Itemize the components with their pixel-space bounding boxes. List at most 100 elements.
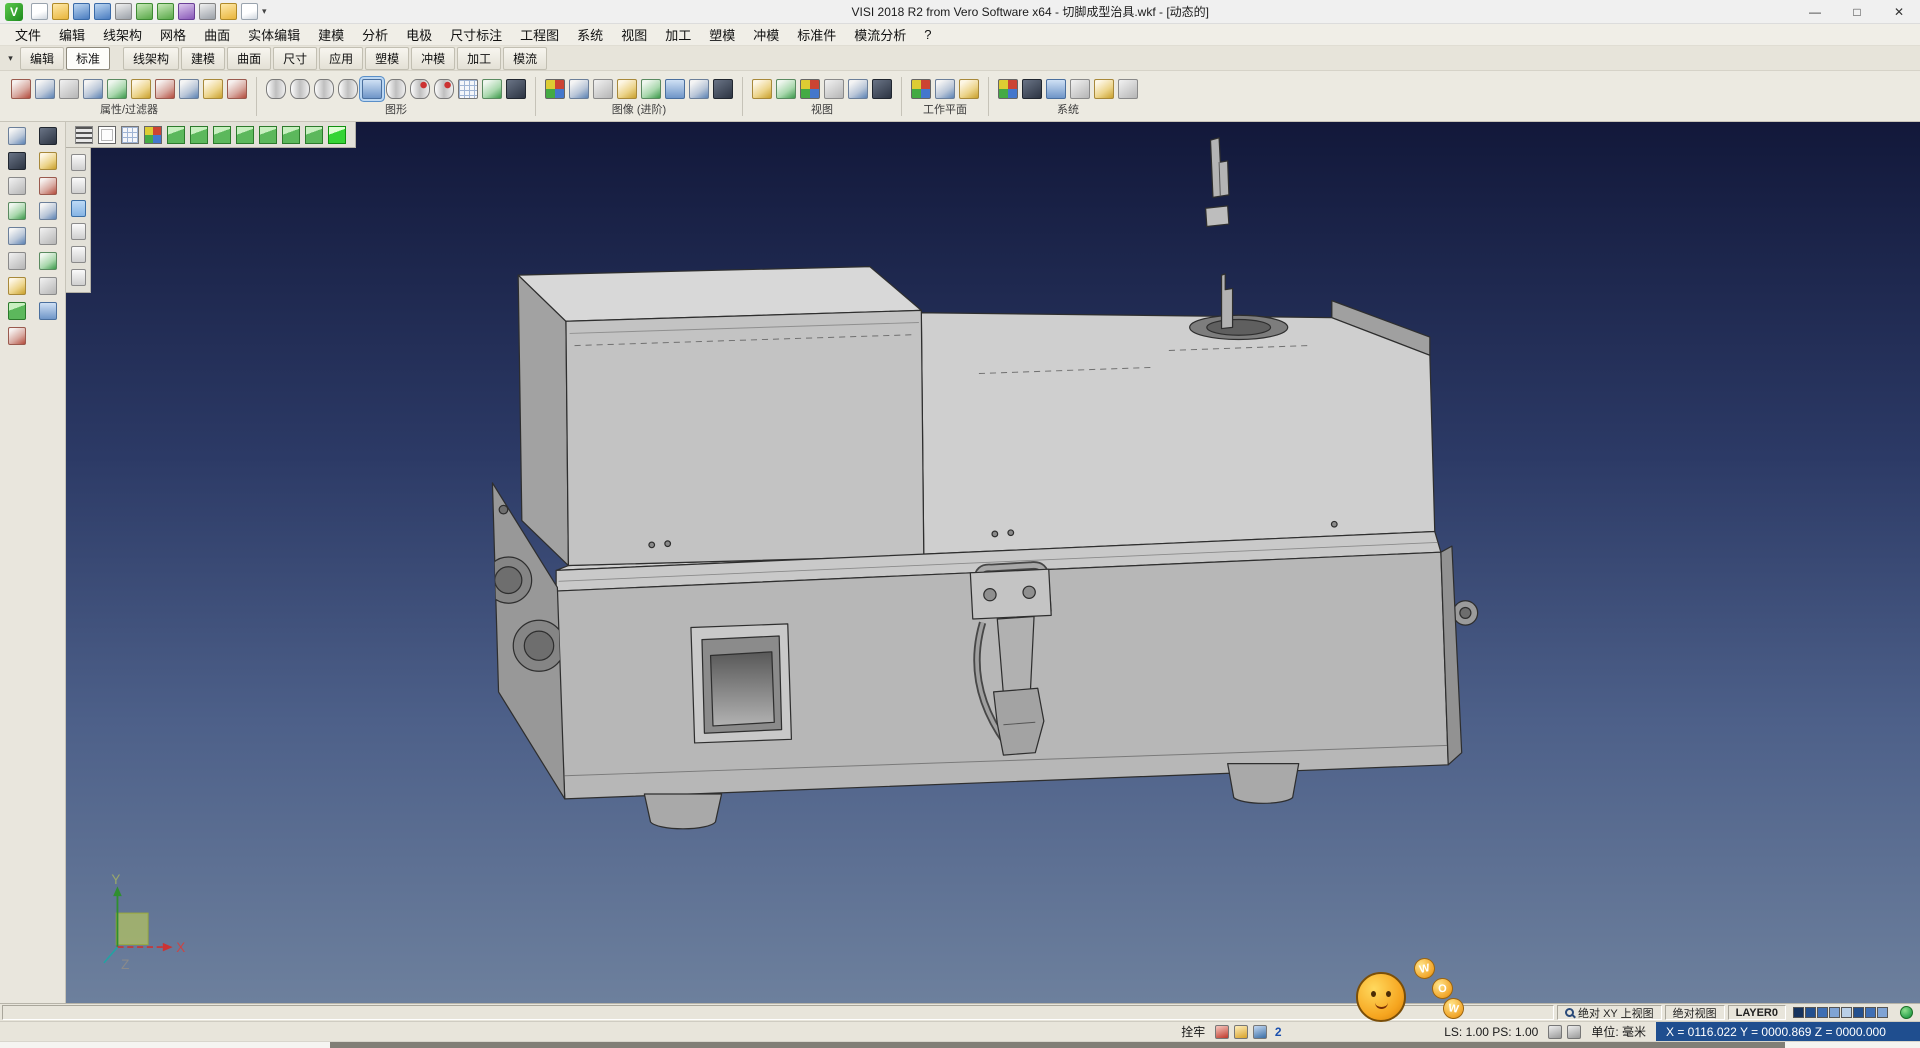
cad-model[interactable]: Y X Z — [66, 122, 1920, 1003]
grid-icon[interactable] — [121, 126, 139, 144]
tab-surface[interactable]: 曲面 — [227, 47, 271, 70]
magnet-snap-icon[interactable] — [59, 79, 79, 99]
render-wireframe-icon[interactable] — [593, 79, 613, 99]
saved-view-3-icon[interactable] — [71, 200, 86, 217]
view-mode-indicator[interactable]: 绝对 XY 上视图 — [1557, 1005, 1662, 1020]
shade-mode-icon[interactable] — [776, 79, 796, 99]
maximize-button[interactable]: □ — [1836, 0, 1878, 23]
solid-shaded-icon[interactable] — [362, 79, 382, 99]
tab-modeling[interactable]: 建模 — [181, 47, 225, 70]
background-icon[interactable] — [713, 79, 733, 99]
iso-cube-icon[interactable] — [8, 302, 26, 320]
menu-help[interactable]: ? — [915, 27, 940, 42]
menu-drawing[interactable]: 工程图 — [511, 25, 568, 44]
render-points-icon[interactable] — [545, 79, 565, 99]
print-icon[interactable] — [115, 3, 132, 20]
section-view-icon[interactable] — [665, 79, 685, 99]
lock-label[interactable]: 拴牢 — [1181, 1023, 1205, 1040]
save-all-icon[interactable] — [94, 3, 111, 20]
tab-wireframe[interactable]: 线架构 — [123, 47, 179, 70]
tab-mold[interactable]: 塑模 — [365, 47, 409, 70]
multi-view-icon[interactable] — [144, 126, 162, 144]
menu-analysis[interactable]: 分析 — [353, 25, 397, 44]
delete-entity-icon[interactable] — [8, 152, 26, 170]
cut-attributes-icon[interactable] — [155, 79, 175, 99]
boss-display-icon[interactable] — [386, 79, 406, 99]
workplane-align-icon[interactable] — [935, 79, 955, 99]
render-globe-icon[interactable] — [872, 79, 892, 99]
cylinder-display-icon[interactable] — [266, 79, 286, 99]
pocket-display-icon[interactable] — [434, 79, 454, 99]
save-icon[interactable] — [73, 3, 90, 20]
workplane-icon[interactable] — [98, 126, 116, 144]
tab-dimension[interactable]: 尺寸 — [273, 47, 317, 70]
tab-application[interactable]: 应用 — [319, 47, 363, 70]
tab-machining[interactable]: 加工 — [457, 47, 501, 70]
color-swatch[interactable] — [1805, 1007, 1816, 1018]
scrollbar-thumb[interactable] — [330, 1042, 1785, 1048]
menu-solid-edit[interactable]: 实体编辑 — [239, 25, 309, 44]
undo-icon[interactable] — [136, 3, 153, 20]
tab-flow[interactable]: 模流 — [503, 47, 547, 70]
transparency-icon[interactable] — [689, 79, 709, 99]
display-options-icon[interactable] — [199, 3, 216, 20]
menu-file[interactable]: 文件 — [6, 25, 50, 44]
view-front-icon[interactable] — [213, 126, 231, 144]
redo-icon[interactable] — [157, 3, 174, 20]
fillet-icon[interactable] — [39, 202, 57, 220]
sketch-mode-icon[interactable] — [824, 79, 844, 99]
view-left-icon[interactable] — [259, 126, 277, 144]
color-swatch[interactable] — [1829, 1007, 1840, 1018]
monitor-icon[interactable] — [1022, 79, 1042, 99]
copy-attributes-icon[interactable] — [179, 79, 199, 99]
view-top-icon[interactable] — [167, 126, 185, 144]
link-attributes-icon[interactable] — [83, 79, 103, 99]
tube-display-icon[interactable] — [290, 79, 310, 99]
open-file-icon[interactable] — [52, 3, 69, 20]
color-palette-icon[interactable] — [998, 79, 1018, 99]
minimize-button[interactable]: — — [1794, 0, 1836, 23]
select-arrow-icon[interactable] — [8, 127, 26, 145]
tab-standard[interactable]: 标准 — [66, 47, 110, 70]
view-isometric-icon[interactable] — [328, 126, 346, 144]
snap-config-icon[interactable] — [1070, 79, 1090, 99]
erase-icon[interactable] — [39, 127, 57, 145]
menu-modeling[interactable]: 建模 — [309, 25, 353, 44]
tabbar-dropdown-icon[interactable]: ▾ — [3, 53, 18, 64]
render-shaded-icon[interactable] — [569, 79, 589, 99]
view-right-icon[interactable] — [282, 126, 300, 144]
annotate-icon[interactable] — [39, 277, 57, 295]
menu-die[interactable]: 冲模 — [744, 25, 788, 44]
color-swatch[interactable] — [1853, 1007, 1864, 1018]
tab-edit[interactable]: 编辑 — [20, 47, 64, 70]
graphics-viewport[interactable]: Y X Z — [66, 122, 1920, 1003]
snap-toggle-icon[interactable] — [1215, 1025, 1229, 1039]
menu-flow-analysis[interactable]: 模流分析 — [845, 25, 915, 44]
menu-wireframe[interactable]: 线架构 — [94, 25, 151, 44]
layer-panel-icon[interactable] — [8, 277, 26, 295]
active-layer-indicator[interactable]: LAYER0 — [1728, 1005, 1786, 1020]
view-axonometric-icon[interactable] — [305, 126, 323, 144]
axes-display-icon[interactable] — [482, 79, 502, 99]
explode-icon[interactable] — [39, 227, 57, 245]
edit-pencil-icon[interactable] — [39, 152, 57, 170]
profile-count[interactable]: 2 — [1272, 1025, 1284, 1039]
paintbrush-icon[interactable] — [107, 79, 127, 99]
zoom-window-icon[interactable] — [8, 227, 26, 245]
menu-mold[interactable]: 塑模 — [700, 25, 744, 44]
help-icon[interactable] — [241, 3, 258, 20]
axonometric-view-icon[interactable] — [800, 79, 820, 99]
menu-electrode[interactable]: 电极 — [397, 25, 441, 44]
preferences-icon[interactable] — [220, 3, 237, 20]
selection-mode-icon[interactable] — [178, 3, 195, 20]
workplane-xy-icon[interactable] — [911, 79, 931, 99]
horizontal-scrollbar[interactable] — [0, 1041, 1920, 1048]
layer-assign-icon[interactable] — [131, 79, 151, 99]
layer-manager-icon[interactable] — [1118, 79, 1138, 99]
view-reference-indicator[interactable]: 绝对视图 — [1665, 1005, 1725, 1020]
menu-dimension[interactable]: 尺寸标注 — [441, 25, 511, 44]
shaft-display-icon[interactable] — [338, 79, 358, 99]
texture-icon[interactable] — [641, 79, 661, 99]
tab-die[interactable]: 冲模 — [411, 47, 455, 70]
pan-view-icon[interactable] — [8, 252, 26, 270]
